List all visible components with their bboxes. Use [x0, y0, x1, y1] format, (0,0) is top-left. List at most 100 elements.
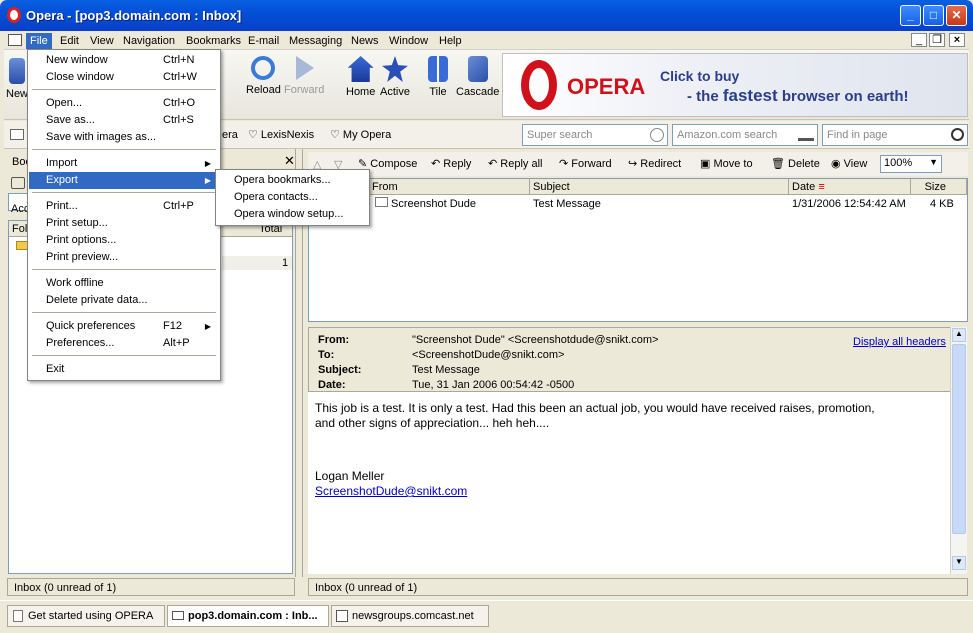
tab-inbox[interactable]: pop3.domain.com : Inb...	[167, 605, 329, 627]
super-search-input[interactable]: Super search	[522, 124, 668, 146]
view-button[interactable]: ◉ View	[831, 157, 867, 170]
size-column-header[interactable]: Size	[911, 179, 967, 195]
close-button[interactable]: ✕	[946, 5, 967, 26]
menu-navigation[interactable]: Navigation	[119, 33, 179, 49]
menu-item-print-setup[interactable]: Print setup...	[29, 215, 219, 232]
menu-email[interactable]: E-mail	[244, 33, 283, 49]
new-page-icon	[9, 58, 25, 84]
tab-get-started[interactable]: Get started using OPERA	[7, 605, 165, 627]
tab-newsgroups[interactable]: newsgroups.comcast.net	[331, 605, 489, 627]
menu-view[interactable]: View	[86, 33, 118, 49]
new-button[interactable]: New	[6, 58, 28, 100]
menu-item-preferences[interactable]: Preferences... Alt+P	[29, 335, 219, 352]
menu-separator	[32, 89, 216, 90]
menu-edit[interactable]: Edit	[56, 33, 83, 49]
menu-item-save-with-images[interactable]: Save with images as...	[29, 129, 219, 146]
menu-item-new-window[interactable]: New window Ctrl+N	[29, 52, 219, 69]
cart-icon[interactable]	[798, 128, 814, 141]
date-value: Tue, 31 Jan 2006 00:54:42 -0500	[412, 379, 575, 391]
menu-separator	[32, 149, 216, 150]
reload-button[interactable]: Reload	[246, 56, 281, 96]
zoom-select[interactable]: 100% ▼	[880, 155, 942, 173]
from-value[interactable]: "Screenshot Dude" <Screenshotdude@snikt.…	[412, 334, 658, 346]
submenu-arrow-icon: ▶	[204, 176, 211, 185]
move-to-button[interactable]: ▣ Move to	[700, 157, 753, 170]
menu-item-print[interactable]: Print... Ctrl+P	[29, 198, 219, 215]
delete-button[interactable]: 🗑 Delete	[771, 157, 820, 170]
reply-button[interactable]: ↶ Reply	[431, 157, 471, 170]
mdi-close-button[interactable]: ×	[949, 33, 965, 47]
total-value: 1	[282, 257, 289, 269]
tile-button[interactable]: Tile	[428, 56, 448, 98]
menu-item-quick-preferences[interactable]: Quick preferences F12 ▶	[29, 318, 219, 335]
menu-window[interactable]: Window	[385, 33, 432, 49]
magnifier-icon[interactable]	[951, 128, 964, 141]
forward-button[interactable]: ↷ Forward	[559, 157, 612, 170]
mdi-minimize-button[interactable]: _	[911, 33, 927, 47]
amazon-search-input[interactable]: Amazon.com search	[672, 124, 818, 146]
email-link[interactable]: ScreenshotDude@snikt.com	[315, 484, 467, 498]
from-column-header[interactable]: From	[369, 179, 530, 195]
menu-item-export[interactable]: Export ▶	[29, 172, 219, 189]
body-line2: and other signs of appreciation... heh h…	[315, 416, 550, 430]
mdi-restore-button[interactable]: ❐	[929, 33, 945, 47]
menu-item-delete-private-data[interactable]: Delete private data...	[29, 292, 219, 309]
search-go-icon[interactable]	[650, 128, 664, 142]
date-column-header[interactable]: Date ≡	[789, 179, 911, 195]
new-label: New	[6, 88, 29, 100]
file-menu: New window Ctrl+N Close window Ctrl+W Open…	[27, 49, 221, 381]
menu-item-opera-window-setup[interactable]: Opera window setup...	[217, 206, 368, 223]
trash-icon: 🗑	[771, 158, 789, 170]
reply-all-icon: ↶	[488, 158, 501, 170]
menu-item-save-as[interactable]: Save as... Ctrl+S	[29, 112, 219, 129]
personalbar-myopera[interactable]: ♡ My Opera	[330, 128, 391, 141]
subject-column-header[interactable]: Subject	[530, 179, 789, 195]
menu-file[interactable]: File	[26, 33, 52, 49]
menu-item-print-options[interactable]: Print options...	[29, 232, 219, 249]
redirect-button[interactable]: ↪ Redirect	[628, 157, 681, 170]
cascade-button[interactable]: Cascade	[456, 56, 499, 98]
menu-item-import[interactable]: Import ▶	[29, 155, 219, 172]
folder-icon[interactable]	[10, 129, 24, 140]
menu-item-work-offline[interactable]: Work offline	[29, 275, 219, 292]
scroll-down-icon[interactable]: ▼	[952, 556, 966, 570]
reload-icon	[251, 56, 276, 80]
home-button[interactable]: Home	[346, 56, 375, 98]
menu-item-opera-contacts[interactable]: Opera contacts...	[217, 189, 368, 206]
menu-item-print-preview[interactable]: Print preview...	[29, 249, 219, 266]
body-line1: This job is a test. It is only a test. H…	[315, 401, 875, 415]
scroll-thumb[interactable]	[952, 344, 966, 534]
personalbar-opera[interactable]: era	[222, 129, 238, 141]
menu-item-close-window[interactable]: Close window Ctrl+W	[29, 69, 219, 86]
minimize-button[interactable]: _	[900, 5, 921, 26]
menu-item-exit[interactable]: Exit	[29, 361, 219, 378]
opera-o-logo-icon	[521, 60, 557, 110]
menu-item-open[interactable]: Open... Ctrl+O	[29, 95, 219, 112]
maximize-button[interactable]: □	[923, 5, 944, 26]
menu-news[interactable]: News	[347, 33, 383, 49]
menu-help[interactable]: Help	[435, 33, 466, 49]
message-scrollbar[interactable]: ▲ ▼	[950, 327, 967, 574]
forward-nav-button[interactable]: Forward	[284, 56, 324, 96]
title-bar[interactable]: Opera - [pop3.domain.com : Inbox] _ □ ✕	[0, 0, 973, 31]
menu-messaging[interactable]: Messaging	[285, 33, 346, 49]
inbox-download-icon[interactable]	[11, 177, 25, 189]
forward-nav-label: Forward	[284, 84, 325, 96]
mail-icon[interactable]	[8, 34, 22, 46]
menu-bookmarks[interactable]: Bookmarks	[182, 33, 245, 49]
scroll-up-icon[interactable]: ▲	[952, 328, 966, 342]
home-label: Home	[346, 86, 376, 98]
to-value[interactable]: <ScreenshotDude@snikt.com>	[412, 349, 564, 361]
opera-logo-icon	[7, 7, 21, 23]
active-button[interactable]: Active	[380, 56, 410, 98]
window-title: Opera - [pop3.domain.com : Inbox]	[26, 8, 242, 23]
display-all-headers-link[interactable]: Display all headers	[853, 336, 946, 348]
menu-item-opera-bookmarks[interactable]: Opera bookmarks...	[217, 172, 368, 189]
ad-banner[interactable]: OPERA Click to buy - the fastest browser…	[502, 53, 968, 117]
reply-all-button[interactable]: ↶ Reply all	[488, 157, 542, 170]
folder-column-header[interactable]: Fol	[12, 223, 27, 235]
find-in-page-input[interactable]: Find in page	[822, 124, 968, 146]
panel-close-icon[interactable]: ✕	[284, 153, 295, 169]
right-status-bar: Inbox (0 unread of 1)	[308, 578, 968, 596]
personalbar-lexisnexis[interactable]: ♡ LexisNexis	[248, 128, 314, 141]
